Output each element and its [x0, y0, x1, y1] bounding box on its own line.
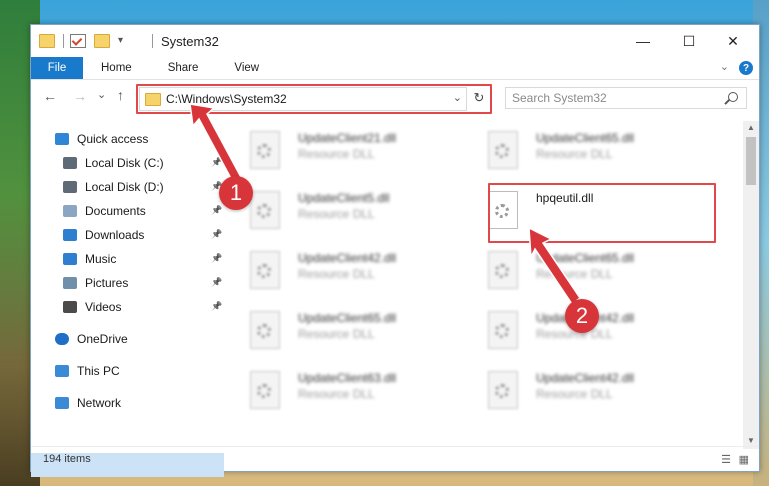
arrow-2 — [528, 226, 582, 306]
annotation-arrows — [189, 103, 582, 306]
arrow-1 — [189, 103, 243, 186]
step-1-badge: 1 — [219, 176, 253, 210]
step-2-badge: 2 — [565, 299, 599, 333]
